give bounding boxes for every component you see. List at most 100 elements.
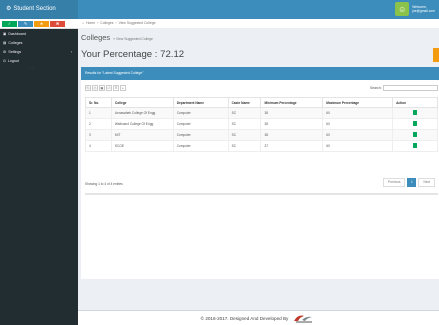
sidebar-item-label: Logout bbox=[7, 58, 19, 63]
cell-sr-no: 2 bbox=[85, 118, 112, 130]
cell-caste: SC bbox=[227, 140, 262, 152]
column-header-sr-no[interactable]: Sr. No. bbox=[85, 97, 112, 108]
breadcrumb: ⌂ Home › Colleges › View Suggested Colle… bbox=[78, 19, 439, 28]
horizontal-scrollbar[interactable] bbox=[85, 193, 438, 195]
breadcrumb-separator: › bbox=[115, 21, 117, 25]
brand-logo[interactable]: ⚙ Student Section bbox=[0, 0, 78, 19]
user-email: joe@gmail.com bbox=[412, 9, 435, 13]
table-row: 3 MIT Computer SC 38 60 bbox=[85, 129, 438, 141]
copy-button[interactable]: ⎘ bbox=[85, 85, 91, 91]
side-tab[interactable] bbox=[433, 48, 439, 62]
shortcut-button-success[interactable]: ✓ bbox=[2, 21, 17, 27]
breadcrumb-home[interactable]: Home bbox=[86, 19, 95, 28]
breadcrumb-colleges[interactable]: Colleges bbox=[100, 19, 113, 28]
colleges-table: Sr. No. College Department Name Caste Na… bbox=[85, 97, 438, 152]
column-header-min-percentage[interactable]: Minimum Percentage bbox=[260, 97, 324, 108]
cell-action bbox=[392, 107, 438, 119]
sidebar: ✓ ✎ ★ ✖ ▣ Dashboard ▤ Colleges ⚙ Setting… bbox=[0, 19, 78, 325]
page-header: Colleges » View Suggested College bbox=[81, 33, 153, 42]
print-button[interactable]: ⎙ bbox=[92, 85, 98, 91]
cell-college: Walhcand College Of Engg bbox=[110, 118, 174, 130]
page-1-button[interactable]: 1 bbox=[407, 178, 417, 187]
top-navbar: ⚙ Student Section ☺ Welcome, joe@gmail.c… bbox=[0, 0, 439, 19]
cell-min-percentage: 38 bbox=[260, 107, 324, 119]
table-header-row: Sr. No. College Department Name Caste Na… bbox=[85, 97, 438, 108]
sidebar-dots: · · · · bbox=[28, 65, 35, 69]
cell-department: Computer bbox=[172, 129, 229, 141]
shortcut-button-edit[interactable]: ✎ bbox=[18, 21, 33, 27]
pdf-button[interactable]: ⎚ bbox=[106, 85, 112, 91]
column-header-department[interactable]: Department Name bbox=[172, 97, 229, 108]
shortcut-button-star[interactable]: ★ bbox=[34, 21, 49, 27]
pagination: Previous 1 Next bbox=[383, 178, 435, 187]
columns-button[interactable]: ☰ bbox=[113, 85, 119, 91]
sidebar-item-label: Dashboard bbox=[8, 31, 26, 36]
cell-college: MIT bbox=[110, 129, 174, 141]
developer-logo bbox=[294, 315, 313, 322]
previous-button[interactable]: Previous bbox=[383, 178, 406, 187]
shortcut-bar: ✓ ✎ ★ ✖ bbox=[0, 19, 78, 29]
cell-min-percentage: 38 bbox=[260, 129, 324, 141]
trash-icon[interactable] bbox=[413, 110, 418, 115]
home-icon: ⌂ bbox=[82, 21, 85, 25]
table-info: Showing 1 to 4 of 4 entries bbox=[85, 182, 123, 186]
column-header-max-percentage[interactable]: Maximum Percentage bbox=[322, 97, 394, 108]
chevron-left-icon: ‹ bbox=[70, 49, 72, 54]
cell-college: Annasaheb College Of Engg bbox=[110, 107, 174, 119]
cell-max-percentage: 60 bbox=[322, 129, 394, 141]
sidebar-item-logout[interactable]: ⏻ Logout bbox=[0, 56, 78, 65]
list-icon: ▤ bbox=[3, 40, 7, 45]
cell-department: Computer bbox=[172, 107, 229, 119]
export-toolbar: ⎘ ⎙ ▦ ⎚ ☰ ⇣ bbox=[85, 85, 126, 91]
table-row: 2 Walhcand College Of Engg Computer SC 3… bbox=[85, 118, 438, 130]
box-header: Results for "Latest Suggested College" bbox=[81, 67, 439, 80]
table-row: 1 Annasaheb College Of Engg Computer SC … bbox=[85, 107, 438, 119]
download-button[interactable]: ⇣ bbox=[120, 85, 126, 91]
trash-icon[interactable] bbox=[413, 132, 418, 137]
search-input[interactable] bbox=[383, 85, 438, 91]
breadcrumb-separator: › bbox=[97, 21, 99, 25]
percentage-heading: Your Percentage : 72.12 bbox=[81, 49, 185, 60]
sidebar-item-settings[interactable]: ⚙ Settings ‹ bbox=[0, 47, 78, 56]
main-content: ⌂ Home › Colleges › View Suggested Colle… bbox=[78, 19, 439, 325]
breadcrumb-current: View Suggested College bbox=[118, 21, 156, 25]
cell-sr-no: 4 bbox=[85, 140, 112, 152]
cell-action bbox=[392, 118, 438, 130]
avatar: ☺ bbox=[395, 2, 410, 16]
sidebar-item-label: Settings bbox=[8, 49, 22, 54]
user-menu[interactable]: ☺ Welcome, joe@gmail.com bbox=[395, 2, 435, 16]
cell-department: Computer bbox=[172, 140, 229, 152]
cell-caste: SC bbox=[227, 107, 262, 119]
cell-max-percentage: 60 bbox=[322, 118, 394, 130]
trash-icon[interactable] bbox=[413, 121, 418, 126]
gear-icon: ⚙ bbox=[6, 6, 12, 12]
column-header-caste[interactable]: Caste Name bbox=[227, 97, 262, 108]
dashboard-icon: ▣ bbox=[3, 31, 7, 36]
cell-min-percentage: 37 bbox=[260, 140, 324, 152]
column-header-college[interactable]: College bbox=[110, 97, 174, 108]
cell-caste: SC bbox=[227, 129, 262, 141]
gear-icon: ⚙ bbox=[3, 49, 7, 54]
cell-college: SCOE bbox=[110, 140, 174, 152]
cell-action bbox=[392, 140, 438, 152]
cell-caste: SC bbox=[227, 118, 262, 130]
cell-department: Computer bbox=[172, 118, 229, 130]
column-header-action[interactable]: Action bbox=[392, 97, 438, 108]
cell-sr-no: 1 bbox=[85, 107, 112, 119]
cell-sr-no: 3 bbox=[85, 129, 112, 141]
sidebar-item-dashboard[interactable]: ▣ Dashboard bbox=[0, 29, 78, 38]
cell-max-percentage: 60 bbox=[322, 140, 394, 152]
search-label: Search: bbox=[370, 86, 382, 90]
cell-min-percentage: 38 bbox=[260, 118, 324, 130]
next-button[interactable]: Next bbox=[418, 178, 435, 187]
excel-button[interactable]: ▦ bbox=[99, 85, 105, 91]
footer: © 2016-2017. Designed And Developed By bbox=[78, 310, 439, 325]
brand-title: Student Section bbox=[13, 6, 56, 12]
page-subtitle: » View Suggested College bbox=[113, 37, 153, 41]
footer-text: © 2016-2017. Designed And Developed By bbox=[200, 315, 289, 321]
trash-icon[interactable] bbox=[413, 143, 418, 148]
sidebar-item-colleges[interactable]: ▤ Colleges bbox=[0, 38, 78, 47]
table-row: 4 SCOE Computer SC 37 60 bbox=[85, 140, 438, 152]
shortcut-button-close[interactable]: ✖ bbox=[50, 21, 65, 27]
cell-max-percentage: 60 bbox=[322, 107, 394, 119]
